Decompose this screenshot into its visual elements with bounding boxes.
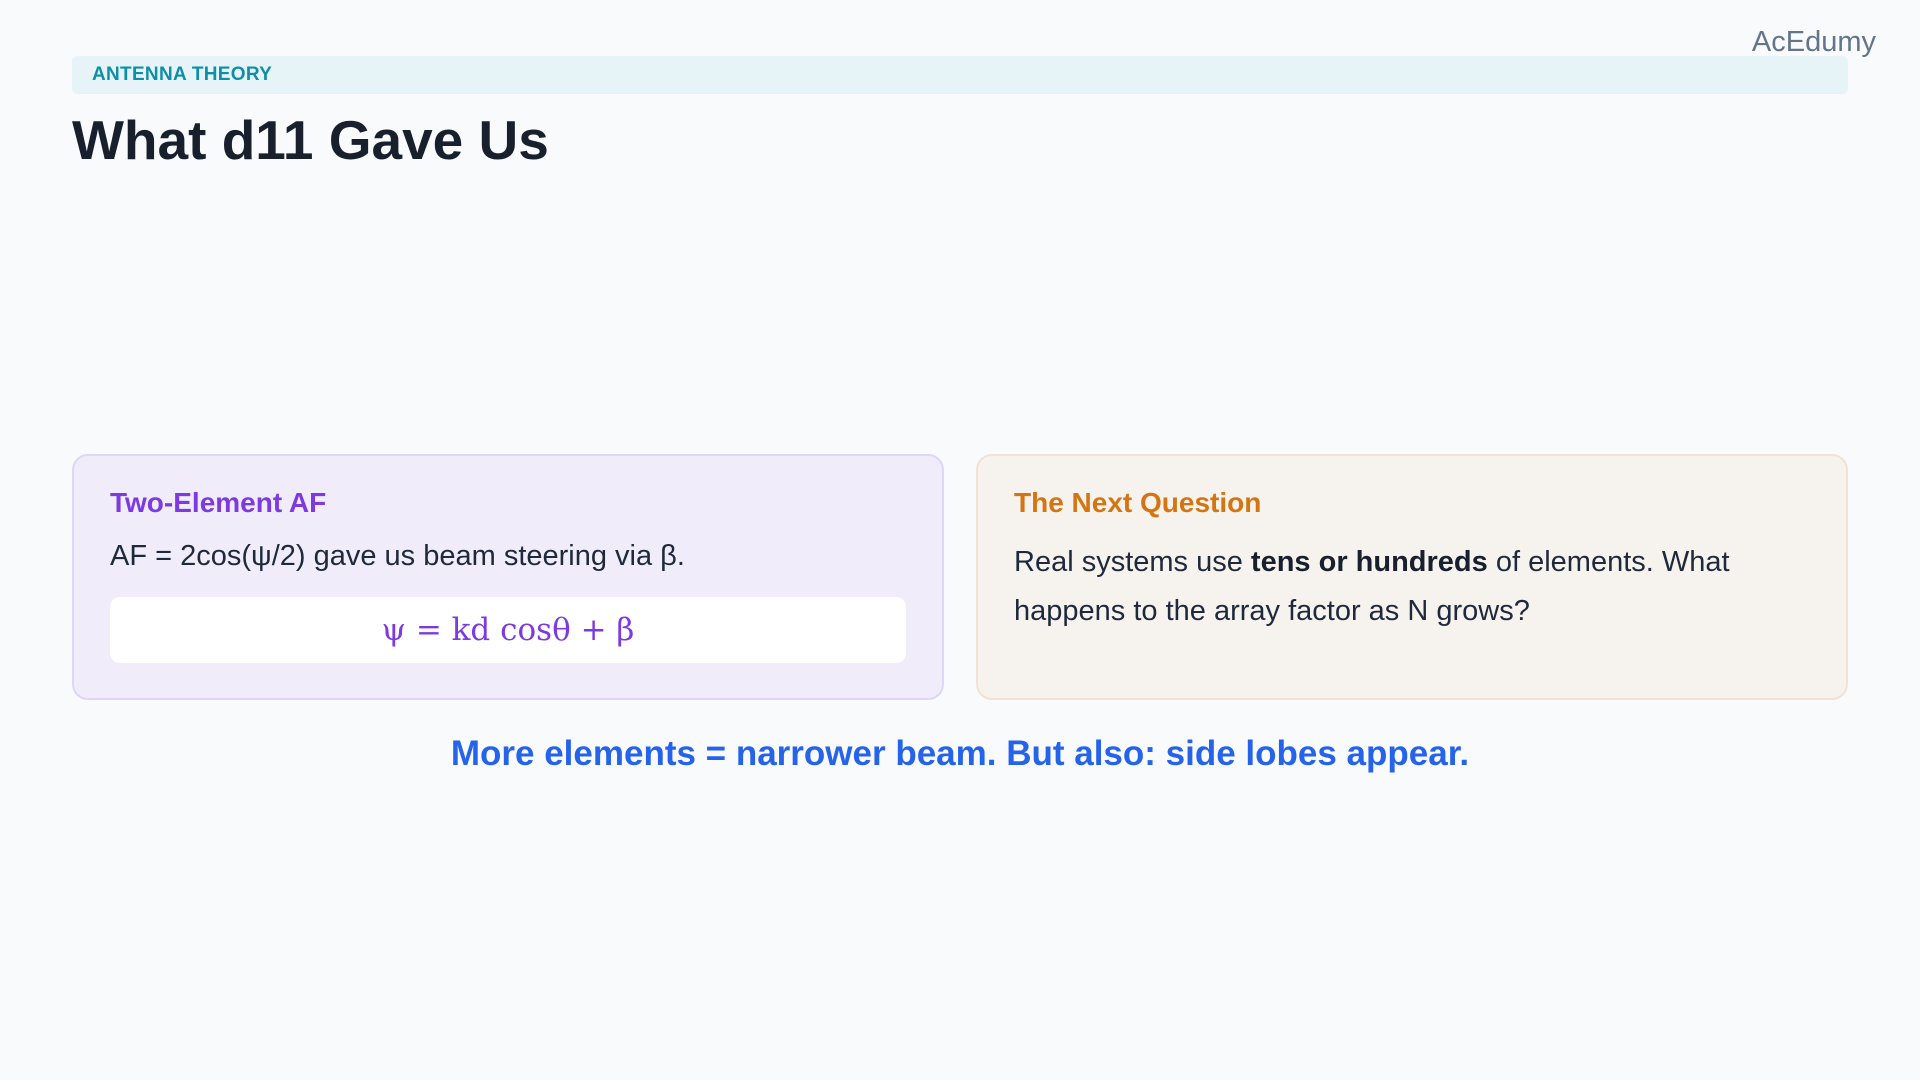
brand-logo-text: AcEdumy: [1751, 26, 1876, 58]
card-text-bold: tens or hundreds: [1250, 545, 1488, 578]
formula-box: ψ = kd cosθ + β: [110, 597, 906, 664]
section-tag-label: ANTENNA THEORY: [92, 64, 273, 85]
takeaway-statement: More elements = narrower beam. But also:…: [450, 734, 1470, 773]
card-heading: The Next Question: [1014, 487, 1262, 518]
section-tag: ANTENNA THEORY: [72, 56, 1848, 94]
card-text: Real systems use tens or hundreds of ele…: [1014, 538, 1810, 636]
formula: ψ = kd cosθ + β: [381, 612, 635, 649]
card-heading: Two-Element AF: [110, 487, 327, 518]
next-question-card: The Next Question Real systems use tens …: [976, 454, 1848, 700]
slide: AcEdumy ANTENNA THEORY What d11 Gave Us …: [0, 0, 1920, 1080]
page-title: What d11 Gave Us: [72, 109, 549, 171]
card-text-before: Real systems use: [1014, 545, 1251, 578]
card-text: AF = 2cos(ψ/2) gave us beam steering via…: [110, 539, 685, 572]
two-element-af-card: Two-Element AF AF = 2cos(ψ/2) gave us be…: [72, 454, 944, 700]
